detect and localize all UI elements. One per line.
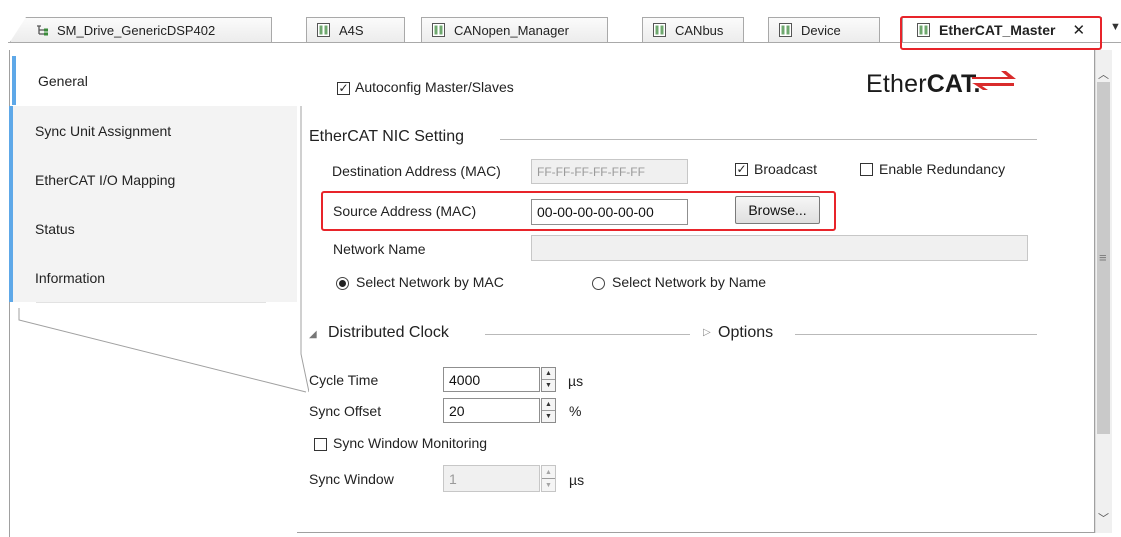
nav-separator: [36, 302, 266, 303]
select-by-name-radio[interactable]: [592, 277, 605, 290]
tab-canbus[interactable]: CANbus: [642, 17, 744, 42]
highlight-active-tab: [900, 16, 1102, 50]
ethercat-logo: EtherCAT.: [866, 70, 1016, 106]
nav-ethercat-io-mapping[interactable]: EtherCAT I/O Mapping: [9, 155, 297, 204]
tab-sm-drive[interactable]: SM_Drive_GenericDSP402: [10, 17, 272, 42]
network-name-label: Network Name: [333, 241, 426, 257]
section-divider: [485, 334, 690, 335]
cycle-time-input[interactable]: [443, 367, 540, 392]
broadcast-checkbox[interactable]: ✓: [735, 163, 748, 176]
section-divider: [795, 334, 1037, 335]
nav-sync-unit-assignment[interactable]: Sync Unit Assignment: [9, 106, 297, 155]
spin-down-icon[interactable]: ▼: [542, 380, 555, 391]
sync-offset-spinner[interactable]: ▲ ▼: [541, 398, 556, 423]
editor-page-icon: [432, 23, 445, 37]
destination-address-label: Destination Address (MAC): [332, 163, 501, 179]
logo-arrows-icon: [972, 71, 1016, 90]
general-settings-panel: [297, 50, 1095, 533]
tab-label: A4S: [339, 22, 364, 38]
tab-label: CANopen_Manager: [454, 22, 569, 38]
enable-redundancy-label: Enable Redundancy: [879, 161, 1006, 177]
select-by-mac-label: Select Network by MAC: [356, 274, 504, 290]
scroll-down-icon[interactable]: ﹀: [1098, 510, 1109, 526]
sync-offset-label: Sync Offset: [309, 403, 382, 419]
sync-offset-unit: %: [569, 403, 582, 419]
autoconfig-label: Autoconfig Master/Slaves: [355, 79, 514, 95]
tab-device[interactable]: Device: [768, 17, 880, 42]
scroll-up-icon[interactable]: ︿: [1098, 66, 1109, 82]
nav-status[interactable]: Status: [9, 204, 297, 253]
spin-down-icon[interactable]: ▼: [542, 479, 555, 491]
spin-up-icon[interactable]: ▲: [542, 368, 555, 380]
collapse-triangle-icon[interactable]: ◢: [309, 329, 317, 340]
broadcast-label: Broadcast: [754, 161, 818, 177]
nav-label: EtherCAT I/O Mapping: [35, 171, 176, 188]
tab-label: Device: [801, 22, 841, 38]
scroll-grip-icon[interactable]: ≡: [1099, 250, 1107, 265]
spin-up-icon[interactable]: ▲: [542, 399, 555, 411]
section-divider: [500, 139, 1037, 140]
enable-redundancy-checkbox[interactable]: [860, 163, 873, 176]
cycle-time-spinner[interactable]: ▲ ▼: [541, 367, 556, 392]
expand-triangle-icon[interactable]: ▷: [703, 327, 711, 338]
tab-overflow-dropdown-icon[interactable]: ▼: [1110, 21, 1121, 33]
tab-label: SM_Drive_GenericDSP402: [57, 22, 216, 38]
logo-text-normal: Ether: [866, 70, 927, 98]
options-title[interactable]: Options: [718, 324, 773, 342]
sync-offset-input[interactable]: [443, 398, 540, 423]
nav-label: Information: [35, 269, 106, 286]
select-by-mac-radio[interactable]: [336, 277, 349, 290]
logo-text-bold: CAT: [926, 70, 974, 98]
sync-window-input[interactable]: [443, 465, 540, 492]
sync-window-unit: µs: [569, 472, 585, 488]
select-by-name-label: Select Network by Name: [612, 274, 767, 290]
nav-label: Status: [35, 220, 75, 237]
autoconfig-checkbox[interactable]: ✓: [337, 82, 350, 95]
editor-page-icon: [653, 23, 666, 37]
destination-address-input[interactable]: [531, 159, 688, 184]
distributed-clock-title[interactable]: Distributed Clock: [328, 324, 449, 342]
sync-window-monitoring-label: Sync Window Monitoring: [333, 435, 488, 451]
sync-window-monitoring-checkbox[interactable]: [314, 438, 327, 451]
spin-up-icon[interactable]: ▲: [542, 466, 555, 479]
sync-window-label: Sync Window: [309, 471, 394, 487]
nav-general[interactable]: General: [12, 56, 302, 105]
nav-label: Sync Unit Assignment: [35, 122, 172, 139]
nic-section-title: EtherCAT NIC Setting: [309, 128, 465, 145]
cycle-time-unit: µs: [568, 373, 584, 389]
network-name-input[interactable]: [531, 235, 1028, 261]
sync-window-spinner[interactable]: ▲ ▼: [541, 465, 556, 492]
editor-page-icon: [317, 23, 330, 37]
nav-information[interactable]: Information: [9, 253, 297, 302]
nav-label: General: [38, 72, 88, 89]
tab-label: CANbus: [675, 22, 724, 38]
highlight-source-address: [321, 191, 836, 231]
editor-page-icon: [779, 23, 792, 37]
cycle-time-label: Cycle Time: [309, 372, 379, 388]
tab-a4s[interactable]: A4S: [306, 17, 405, 42]
spin-down-icon[interactable]: ▼: [542, 411, 555, 422]
device-tree-icon: [35, 23, 48, 37]
tab-canopen-manager[interactable]: CANopen_Manager: [421, 17, 608, 42]
